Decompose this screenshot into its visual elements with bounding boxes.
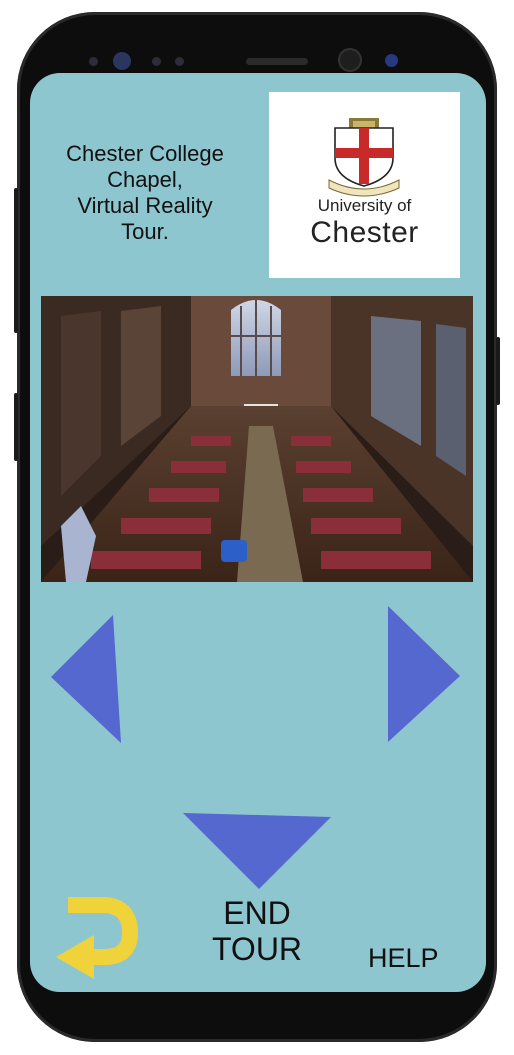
help-button[interactable]: HELP (368, 943, 439, 974)
back-arrow-icon[interactable] (54, 895, 138, 979)
university-crest-icon (328, 118, 400, 197)
earpiece-speaker (246, 58, 308, 65)
turn-left-button[interactable] (51, 615, 123, 745)
app-screen: Chester College Chapel, Virtual Reality … (30, 73, 486, 992)
chapel-interior-illustration (41, 296, 473, 582)
end-tour-button[interactable]: END TOUR (190, 895, 324, 967)
logo-line-1: University of (317, 196, 412, 215)
chapel-panorama-image[interactable] (41, 296, 473, 582)
university-logo: University of Chester (269, 92, 460, 278)
sensor-dot (152, 57, 161, 66)
tour-title: Chester College Chapel, Virtual Reality … (66, 141, 224, 244)
sensor-dot (175, 57, 184, 66)
volume-button (14, 393, 18, 461)
bixby-button (14, 188, 18, 333)
iris-scanner (340, 50, 360, 70)
logo-line-2: Chester (310, 216, 419, 249)
proximity-sensor (385, 54, 398, 67)
sensor-dot (89, 57, 98, 66)
turn-right-button[interactable] (388, 606, 462, 744)
move-forward-button[interactable] (183, 813, 333, 891)
power-button (496, 337, 500, 405)
front-camera (113, 52, 131, 70)
